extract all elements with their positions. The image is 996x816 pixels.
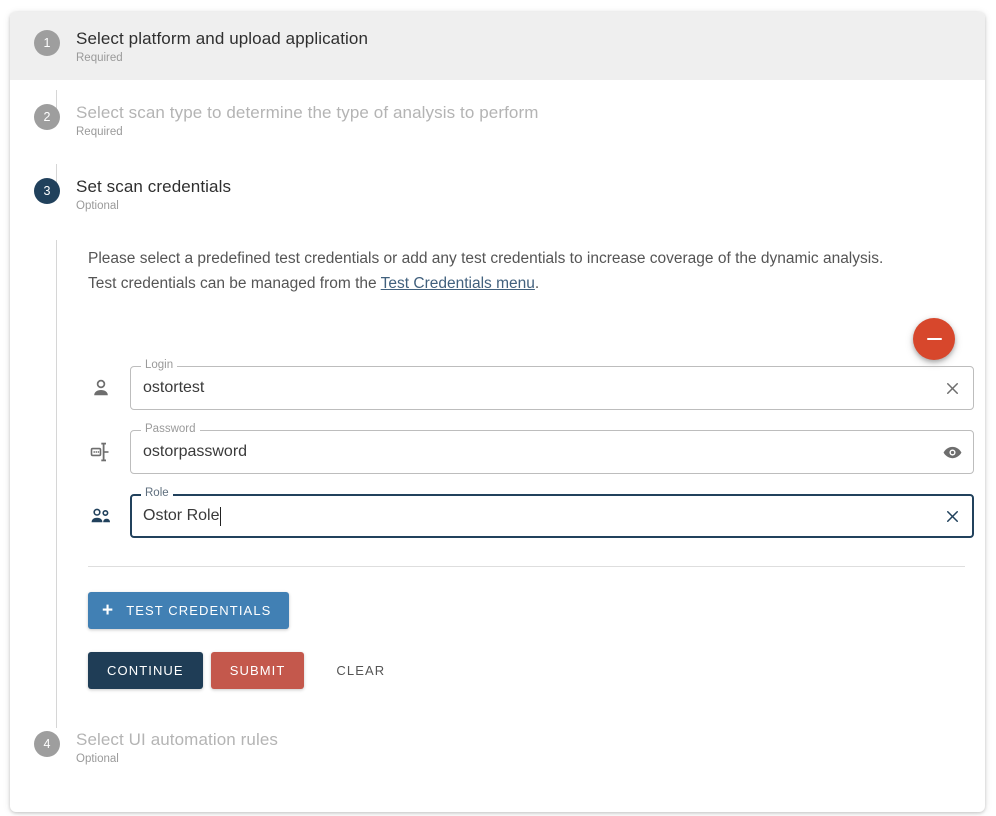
login-field-row: Login ostortest: [88, 359, 985, 410]
step-2-header[interactable]: 2 Select scan type to determine the type…: [10, 80, 985, 148]
step-3-subtitle: Optional: [76, 200, 119, 212]
continue-button[interactable]: CONTINUE: [88, 652, 203, 689]
description-line-2-suffix: .: [534, 275, 540, 292]
step-4-header[interactable]: 4 Select UI automation rules Optional: [10, 713, 985, 781]
step-2-title: Select scan type to determine the type o…: [76, 103, 539, 122]
step-2-number-badge: 2: [34, 104, 60, 130]
step-1-header[interactable]: 1 Select platform and upload application…: [10, 12, 985, 80]
login-input-wrapper[interactable]: Login ostortest: [130, 359, 974, 410]
person-icon: [88, 375, 114, 401]
step-2-text: Select scan type to determine the type o…: [76, 102, 539, 140]
test-credentials-menu-link[interactable]: Test Credentials menu: [381, 275, 535, 292]
action-button-row: CONTINUE SUBMIT CLEAR: [88, 652, 985, 689]
minus-icon: [926, 338, 942, 340]
submit-button[interactable]: SUBMIT: [210, 652, 305, 689]
step-4-number-badge: 4: [34, 731, 60, 757]
role-input[interactable]: Ostor Role: [143, 507, 219, 525]
step-3-title: Set scan credentials: [76, 177, 232, 196]
step-2-subtitle: Required: [76, 126, 123, 138]
role-clear-button[interactable]: [938, 502, 966, 530]
eye-icon: [943, 446, 961, 458]
role-field-row: Role Ostor Role: [88, 487, 985, 538]
role-input-wrapper[interactable]: Role Ostor Role: [130, 487, 974, 538]
step-3-header[interactable]: 3 Set scan credentials Optional: [10, 148, 985, 218]
password-visibility-toggle[interactable]: [938, 438, 966, 466]
step-4-subtitle: Optional: [76, 753, 119, 765]
description-line-2-prefix: Test credentials can be managed from the: [88, 275, 381, 292]
password-key-icon: [88, 439, 114, 465]
plus-icon: +: [102, 600, 115, 621]
password-field-row: Password ostorpassword: [88, 423, 985, 474]
scan-wizard-card: 1 Select platform and upload application…: [10, 12, 985, 812]
password-input-wrapper[interactable]: Password ostorpassword: [130, 423, 974, 474]
role-input-container[interactable]: Ostor Role: [143, 494, 928, 538]
credentials-description: Please select a predefined test credenti…: [88, 218, 968, 296]
credentials-form: Login ostortest Password ostorpassword R…: [88, 359, 985, 538]
step-1-subtitle: Required: [76, 52, 123, 64]
clear-button[interactable]: CLEAR: [322, 652, 399, 689]
step-3-content: Please select a predefined test credenti…: [10, 218, 985, 689]
close-icon: [946, 382, 958, 394]
step-1-title: Select platform and upload application: [76, 29, 369, 48]
stepper: 1 Select platform and upload application…: [10, 12, 985, 781]
remove-credentials-button[interactable]: [913, 318, 955, 360]
close-icon: [946, 510, 958, 522]
login-clear-button[interactable]: [938, 374, 966, 402]
login-input[interactable]: ostortest: [143, 366, 928, 410]
description-line-1: Please select a predefined test credenti…: [88, 250, 884, 267]
step-1-text: Select platform and upload application R…: [76, 28, 368, 66]
test-credentials-button[interactable]: + TEST CREDENTIALS: [88, 592, 290, 629]
step-1-number-badge: 1: [34, 30, 60, 56]
step-4-text: Select UI automation rules Optional: [76, 729, 278, 767]
text-cursor: [220, 506, 222, 526]
password-input[interactable]: ostorpassword: [143, 430, 928, 474]
step-3-number-badge: 3: [34, 178, 60, 204]
step-4-title: Select UI automation rules: [76, 730, 278, 749]
test-credentials-button-label: TEST CREDENTIALS: [126, 603, 272, 618]
step-3-text: Set scan credentials Optional: [76, 176, 231, 214]
people-icon: [88, 503, 114, 529]
form-divider: [88, 566, 965, 567]
